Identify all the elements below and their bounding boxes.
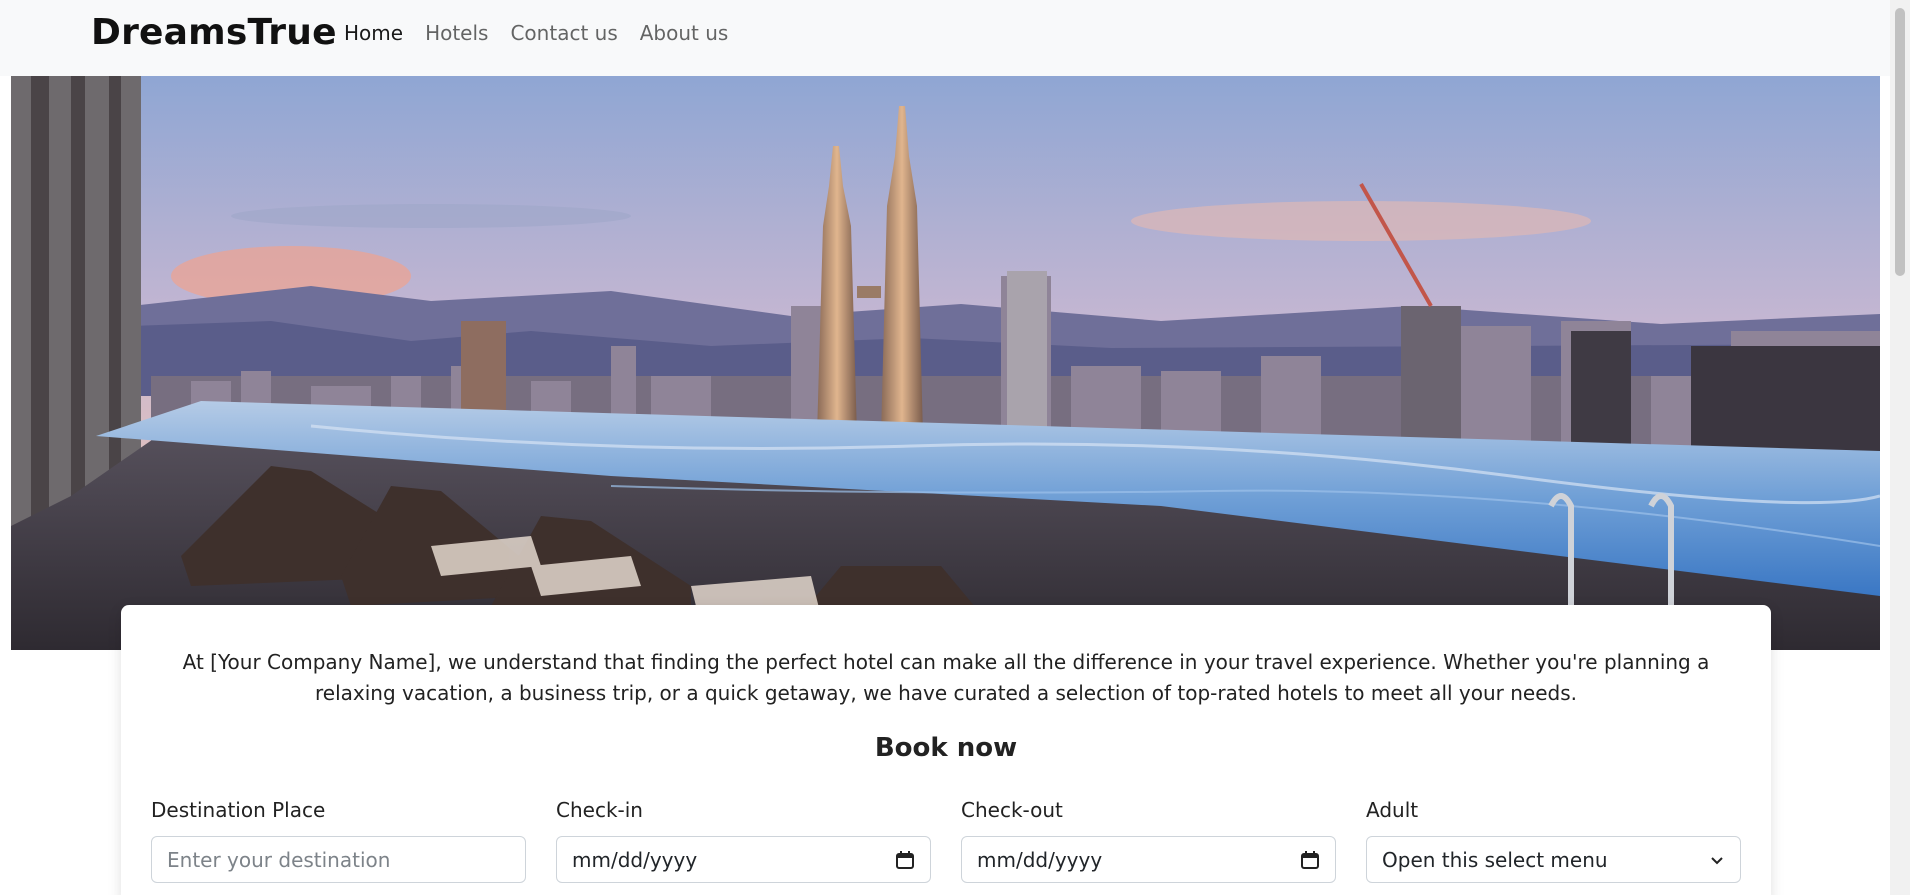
adult-select-value: Open this select menu	[1382, 847, 1608, 872]
checkin-input[interactable]: mm/dd/yyyy	[556, 836, 931, 883]
page-scrollbar[interactable]	[1890, 0, 1910, 895]
adult-select[interactable]: Open this select menu	[1366, 836, 1741, 883]
destination-input[interactable]: Enter your destination	[151, 836, 526, 883]
checkout-input[interactable]: mm/dd/yyyy	[961, 836, 1336, 883]
book-now-heading: Book now	[874, 733, 1018, 763]
checkout-label: Check-out	[961, 798, 1063, 822]
adult-label: Adult	[1366, 798, 1419, 822]
checkout-value: mm/dd/yyyy	[977, 847, 1103, 872]
calendar-icon[interactable]	[895, 850, 915, 870]
main-nav: Home Hotels Contact us About us	[344, 21, 728, 45]
nav-about-us[interactable]: About us	[640, 21, 729, 45]
destination-placeholder: Enter your destination	[167, 847, 391, 872]
nav-contact-us[interactable]: Contact us	[510, 21, 617, 45]
hero-image	[11, 76, 1880, 650]
checkout-field: Check-out mm/dd/yyyy	[961, 798, 1336, 883]
chevron-down-icon	[1711, 856, 1723, 864]
nav-hotels[interactable]: Hotels	[425, 21, 488, 45]
scrollbar-thumb[interactable]	[1895, 8, 1905, 276]
checkin-value: mm/dd/yyyy	[572, 847, 698, 872]
destination-label: Destination Place	[151, 798, 326, 822]
navbar: DreamsTrue Home Hotels Contact us About …	[0, 0, 1890, 76]
checkin-field: Check-in mm/dd/yyyy	[556, 798, 931, 883]
brand-logo[interactable]: DreamsTrue	[91, 12, 337, 53]
nav-home[interactable]: Home	[344, 21, 403, 45]
adult-field: Adult Open this select menu	[1366, 798, 1741, 883]
checkin-label: Check-in	[556, 798, 643, 822]
intro-text: At [Your Company Name], we understand th…	[182, 650, 1710, 705]
destination-field: Destination Place Enter your destination	[151, 798, 526, 883]
calendar-icon[interactable]	[1300, 850, 1320, 870]
hero-illustration	[11, 76, 1880, 650]
booking-card: At [Your Company Name], we understand th…	[121, 605, 1771, 895]
